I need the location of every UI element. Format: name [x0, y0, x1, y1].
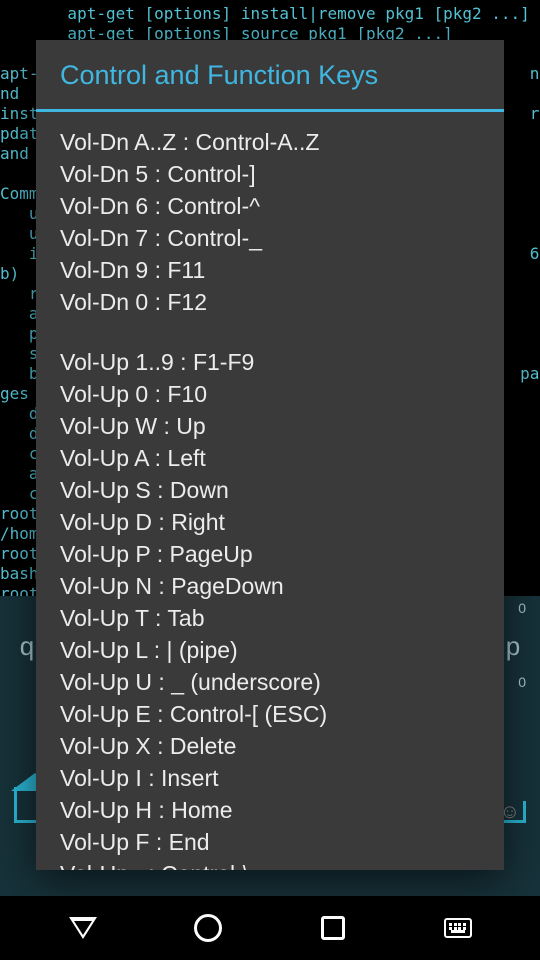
keymap-line: Vol-Up A : Left: [60, 442, 480, 474]
keymap-line: Vol-Dn 9 : F11: [60, 254, 480, 286]
keymap-line: Vol-Dn 0 : F12: [60, 286, 480, 318]
keymap-line: Vol-Dn 7 : Control-_: [60, 222, 480, 254]
android-navbar: [0, 896, 540, 960]
keymap-line: Vol-Up I : Insert: [60, 762, 480, 794]
dialog-body[interactable]: Vol-Dn A..Z : Control-A..ZVol-Dn 5 : Con…: [36, 112, 504, 870]
kbd-num-indicator-2: 0: [518, 674, 526, 690]
keymap-line: Vol-Up E : Control-[ (ESC): [60, 698, 480, 730]
keymap-dialog: Control and Function Keys Vol-Dn A..Z : …: [36, 40, 504, 870]
keymap-line: Vol-Up U : _ (underscore): [60, 666, 480, 698]
keymap-line: Vol-Up X : Delete: [60, 730, 480, 762]
keymap-line: Vol-Up 0 : F10: [60, 378, 480, 410]
nav-ime-switch-button[interactable]: [443, 913, 473, 943]
dialog-title: Control and Function Keys: [36, 40, 504, 109]
keymap-line: Vol-Up P : PageUp: [60, 538, 480, 570]
nav-home-button[interactable]: [193, 913, 223, 943]
keymap-line: Vol-Up D : Right: [60, 506, 480, 538]
kbd-num-indicator: 0: [518, 600, 526, 616]
keymap-line: Vol-Up F : End: [60, 826, 480, 858]
keymap-line: Vol-Up T : Tab: [60, 602, 480, 634]
keymap-line: Vol-Up N : PageDown: [60, 570, 480, 602]
keymap-line: Vol-Up 1..9 : F1-F9: [60, 346, 480, 378]
keymap-line: Vol-Dn 5 : Control-]: [60, 158, 480, 190]
keymap-line: Vol-Up S : Down: [60, 474, 480, 506]
keymap-line: Vol-Dn 6 : Control-^: [60, 190, 480, 222]
keymap-line: Vol-Up L : | (pipe): [60, 634, 480, 666]
nav-recent-button[interactable]: [318, 913, 348, 943]
nav-back-button[interactable]: [68, 913, 98, 943]
keymap-line: Vol-Up W : Up: [60, 410, 480, 442]
keymap-line: Vol-Up H : Home: [60, 794, 480, 826]
keymap-line: Vol-Dn A..Z : Control-A..Z: [60, 126, 480, 158]
keymap-line: Vol-Up . : Control-\: [60, 858, 480, 870]
